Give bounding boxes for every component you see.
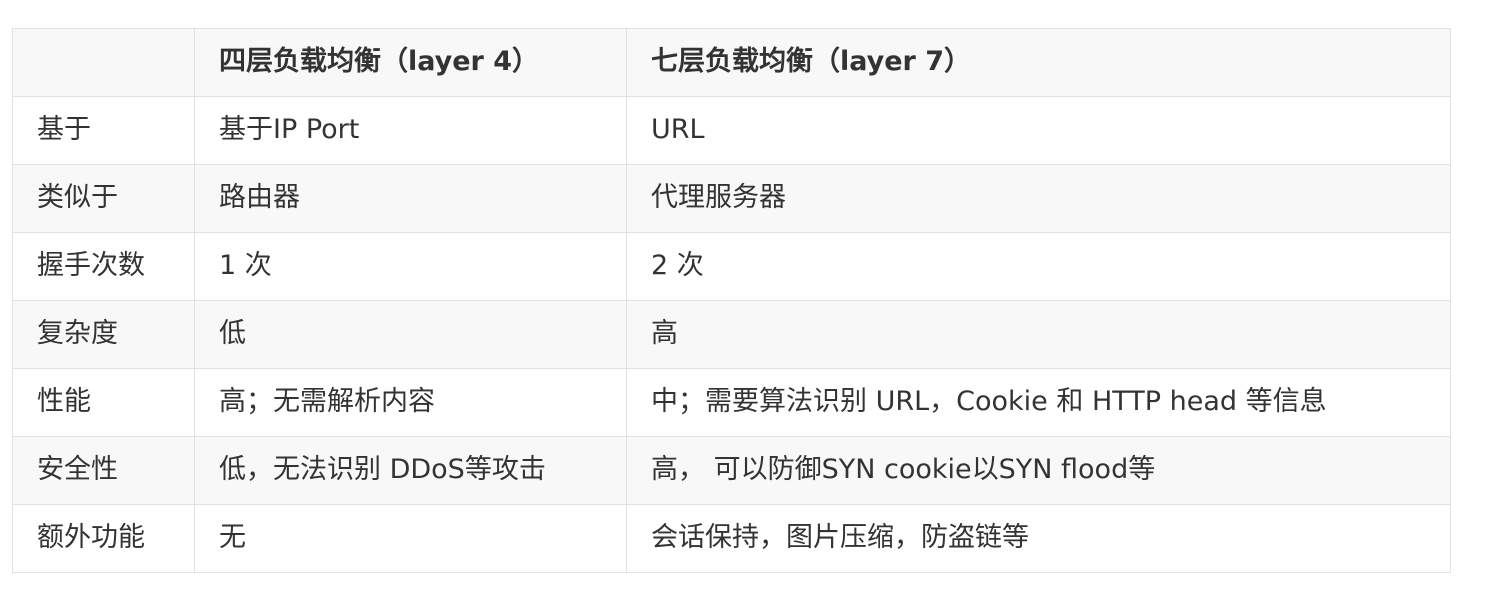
layer4-cell: 1 次	[194, 232, 627, 301]
row-label: 基于	[12, 96, 195, 165]
comparison-table-container: 四层负载均衡（layer 4） 七层负载均衡（layer 7） 基于 基于IP …	[12, 28, 1451, 573]
header-cell-layer4: 四层负载均衡（layer 4）	[194, 28, 627, 97]
table-row-similar-to: 类似于 路由器 代理服务器	[12, 164, 1451, 233]
layer7-cell: URL	[626, 96, 1451, 165]
layer4-cell: 高；无需解析内容	[194, 368, 627, 437]
load-balancing-comparison-table: 四层负载均衡（layer 4） 七层负载均衡（layer 7） 基于 基于IP …	[12, 28, 1451, 573]
layer4-cell: 基于IP Port	[194, 96, 627, 165]
header-cell-layer7: 七层负载均衡（layer 7）	[626, 28, 1451, 97]
layer7-cell: 2 次	[626, 232, 1451, 301]
layer4-cell: 路由器	[194, 164, 627, 233]
row-label: 握手次数	[12, 232, 195, 301]
layer7-cell: 高， 可以防御SYN cookie以SYN flood等	[626, 436, 1451, 505]
layer4-cell: 低	[194, 300, 627, 369]
row-label: 类似于	[12, 164, 195, 233]
row-label: 复杂度	[12, 300, 195, 369]
row-label: 额外功能	[12, 504, 195, 573]
table-row-security: 安全性 低，无法识别 DDoS等攻击 高， 可以防御SYN cookie以SYN…	[12, 436, 1451, 505]
row-label: 性能	[12, 368, 195, 437]
layer4-cell: 无	[194, 504, 627, 573]
layer7-cell: 代理服务器	[626, 164, 1451, 233]
table-row-based-on: 基于 基于IP Port URL	[12, 96, 1451, 165]
table-row-complexity: 复杂度 低 高	[12, 300, 1451, 369]
table-row-handshakes: 握手次数 1 次 2 次	[12, 232, 1451, 301]
table-row-extra-features: 额外功能 无 会话保持，图片压缩，防盗链等	[12, 504, 1451, 573]
layer4-cell: 低，无法识别 DDoS等攻击	[194, 436, 627, 505]
layer7-cell: 中；需要算法识别 URL，Cookie 和 HTTP head 等信息	[626, 368, 1451, 437]
header-cell-empty	[12, 28, 195, 97]
row-label: 安全性	[12, 436, 195, 505]
table-header-row: 四层负载均衡（layer 4） 七层负载均衡（layer 7）	[12, 28, 1451, 97]
layer7-cell: 高	[626, 300, 1451, 369]
table-row-performance: 性能 高；无需解析内容 中；需要算法识别 URL，Cookie 和 HTTP h…	[12, 368, 1451, 437]
layer7-cell: 会话保持，图片压缩，防盗链等	[626, 504, 1451, 573]
